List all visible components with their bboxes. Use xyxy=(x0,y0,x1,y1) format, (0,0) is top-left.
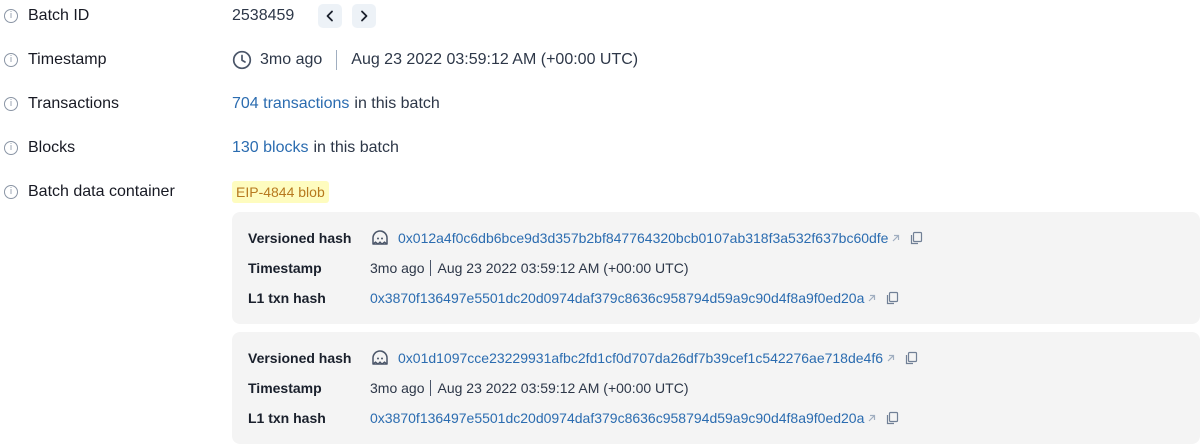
versioned-hash-row: Versioned hash 0x01d1097cce23229931afbc2… xyxy=(248,348,1188,368)
blob-timestamp-relative: 3mo ago xyxy=(370,380,425,396)
timestamp-absolute: Aug 23 2022 03:59:12 AM (+00:00 UTC) xyxy=(351,51,639,68)
l1-txn-hash-row: L1 txn hash 0x3870f136497e5501dc20d0974d… xyxy=(248,288,1188,308)
l1-txn-hash-row: L1 txn hash 0x3870f136497e5501dc20d0974d… xyxy=(248,408,1188,428)
blob-card: Versioned hash 0x01d1097cce23229931afbc2… xyxy=(232,332,1200,444)
external-link-icon[interactable] xyxy=(883,353,896,364)
transactions-label-row: i Transactions xyxy=(0,92,230,116)
container-label: Batch data container xyxy=(28,183,175,200)
batch-id-label-row: i Batch ID xyxy=(0,4,230,28)
timestamp-label: Timestamp xyxy=(28,51,107,68)
blocks-link[interactable]: 130 blocks xyxy=(232,139,309,157)
info-icon[interactable]: i xyxy=(4,97,18,111)
copy-icon[interactable] xyxy=(896,351,918,365)
l1-txn-hash-link[interactable]: 0x3870f136497e5501dc20d0974daf379c8636c9… xyxy=(370,410,864,426)
external-link-icon[interactable] xyxy=(864,413,877,424)
transactions-suffix: in this batch xyxy=(354,95,440,112)
timestamp-value-row: 3mo ago Aug 23 2022 03:59:12 AM (+00:00 … xyxy=(232,48,638,72)
blob-icon xyxy=(370,348,398,368)
versioned-hash-label: Versioned hash xyxy=(248,230,352,246)
timestamp-relative: 3mo ago xyxy=(260,51,323,68)
transactions-link[interactable]: 704 transactions xyxy=(232,95,349,113)
batch-id-value: 2538459 xyxy=(232,7,295,24)
clock-icon xyxy=(232,50,252,70)
info-icon[interactable]: i xyxy=(4,9,18,23)
blob-timestamp-row: Timestamp 3mo ago Aug 23 2022 03:59:12 A… xyxy=(248,258,1188,278)
blob-timestamp-relative: 3mo ago xyxy=(370,260,425,276)
blocks-label: Blocks xyxy=(28,139,76,156)
next-batch-button[interactable] xyxy=(352,4,377,28)
container-tag: EIP-4844 blob xyxy=(232,181,329,203)
divider xyxy=(430,260,432,276)
external-link-icon[interactable] xyxy=(864,293,877,304)
versioned-hash-link[interactable]: 0x01d1097cce23229931afbc2fd1cf0d707da26d… xyxy=(398,350,883,366)
container-value-row: EIP-4844 blob xyxy=(232,180,329,204)
blob-timestamp-label: Timestamp xyxy=(248,260,322,276)
blob-timestamp-absolute: Aug 23 2022 03:59:12 AM (+00:00 UTC) xyxy=(437,260,689,276)
timestamp-label-row: i Timestamp xyxy=(0,48,230,72)
copy-icon[interactable] xyxy=(901,231,923,245)
divider xyxy=(336,50,338,70)
copy-icon[interactable] xyxy=(877,411,899,425)
blob-timestamp-absolute: Aug 23 2022 03:59:12 AM (+00:00 UTC) xyxy=(437,380,689,396)
info-icon[interactable]: i xyxy=(4,141,18,155)
blocks-suffix: in this batch xyxy=(313,139,399,156)
versioned-hash-row: Versioned hash 0x012a4f0c6db6bce9d3d357b… xyxy=(248,228,1188,248)
divider xyxy=(430,380,432,396)
container-label-row: i Batch data container xyxy=(0,180,230,204)
blob-timestamp-label: Timestamp xyxy=(248,380,322,396)
batch-id-label: Batch ID xyxy=(28,7,90,24)
transactions-label: Transactions xyxy=(28,95,119,112)
versioned-hash-label: Versioned hash xyxy=(248,350,352,366)
batch-id-value-row: 2538459 xyxy=(232,4,377,28)
info-icon[interactable]: i xyxy=(4,53,18,67)
blocks-label-row: i Blocks xyxy=(0,136,230,160)
info-icon[interactable]: i xyxy=(4,185,18,199)
l1-txn-hash-link[interactable]: 0x3870f136497e5501dc20d0974daf379c8636c9… xyxy=(370,290,864,306)
external-link-icon[interactable] xyxy=(888,233,901,244)
l1-txn-hash-label: L1 txn hash xyxy=(248,290,326,306)
blocks-value-row: 130 blocks in this batch xyxy=(232,136,399,160)
blob-card: Versioned hash 0x012a4f0c6db6bce9d3d357b… xyxy=(232,212,1200,324)
prev-batch-button[interactable] xyxy=(318,4,343,28)
blob-icon xyxy=(370,228,398,248)
transactions-value-row: 704 transactions in this batch xyxy=(232,92,440,116)
batch-details: i Batch ID 2538459 i Timestamp 3mo ago A… xyxy=(0,0,1200,448)
blob-timestamp-row: Timestamp 3mo ago Aug 23 2022 03:59:12 A… xyxy=(248,378,1188,398)
copy-icon[interactable] xyxy=(877,291,899,305)
chevron-right-icon xyxy=(361,10,368,22)
versioned-hash-link[interactable]: 0x012a4f0c6db6bce9d3d357b2bf847764320bcb… xyxy=(398,230,888,246)
chevron-left-icon xyxy=(326,10,334,22)
l1-txn-hash-label: L1 txn hash xyxy=(248,410,326,426)
